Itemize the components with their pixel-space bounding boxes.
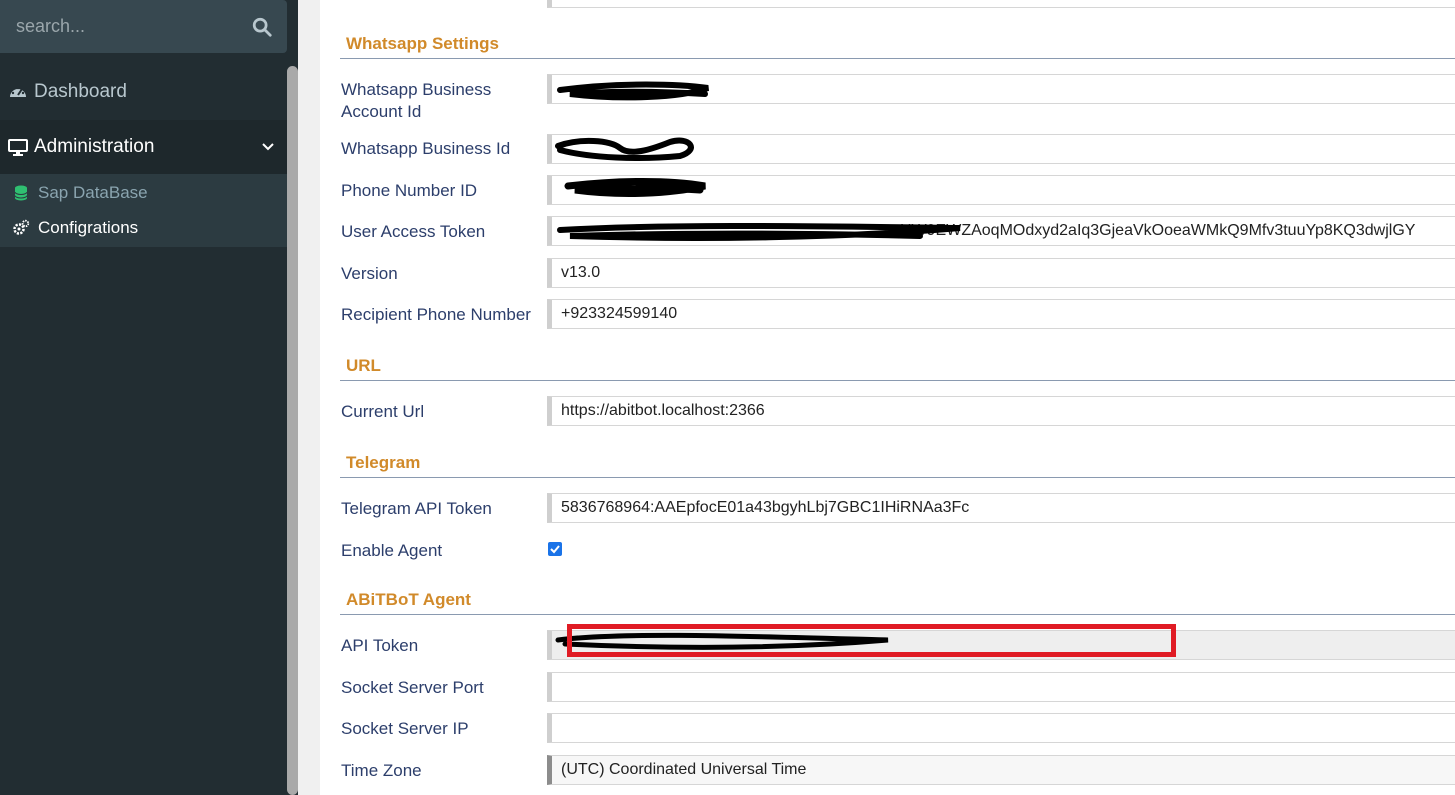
sidebar-scrollbar[interactable]: [287, 66, 298, 795]
submenu-item-label: Configrations: [38, 218, 139, 237]
api-token-highlight: [567, 624, 1176, 657]
redaction-scribbles: [555, 81, 961, 650]
submenu-item-label: Sap DataBase: [38, 183, 148, 202]
settings-panel: Whatsapp Settings Whatsapp Business Acco…: [320, 0, 1455, 795]
desktop-icon: [8, 139, 28, 156]
search-icon[interactable]: [251, 16, 273, 38]
sidebar-item-administration[interactable]: Administration: [0, 120, 287, 174]
sidebar-item-label: Dashboard: [34, 81, 127, 102]
dashboard-icon: [10, 86, 26, 97]
submenu-item-configrations[interactable]: Configrations: [0, 211, 287, 245]
sidebar: Dashboard Administration Sap DataBase: [0, 0, 298, 795]
search-input[interactable]: [0, 0, 256, 53]
administration-submenu: Sap DataBase Configrations: [0, 174, 287, 247]
submenu-item-sap-database[interactable]: Sap DataBase: [0, 176, 287, 210]
search-box: [0, 0, 287, 53]
chevron-down-icon[interactable]: [261, 140, 275, 154]
sidebar-item-label: Administration: [34, 136, 155, 157]
gears-icon: [13, 219, 30, 235]
main-content: Whatsapp Settings Whatsapp Business Acco…: [298, 0, 1455, 795]
sidebar-item-dashboard[interactable]: Dashboard: [0, 70, 287, 114]
database-icon: [14, 185, 28, 201]
